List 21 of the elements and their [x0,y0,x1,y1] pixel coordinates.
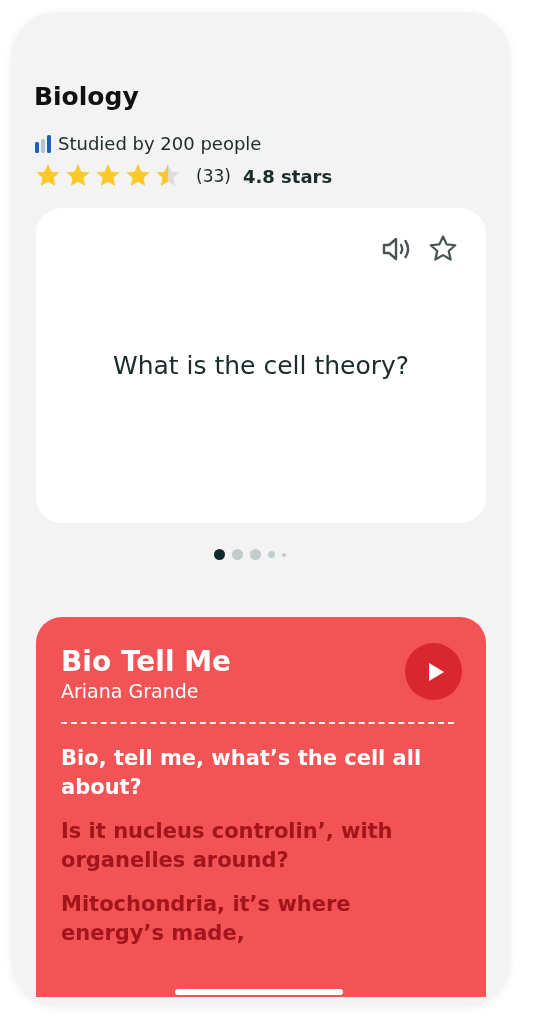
flashcard[interactable]: What is the cell theory? [36,208,486,523]
play-icon [426,661,445,682]
bar-chart-icon [34,133,52,154]
play-button[interactable] [405,643,462,700]
flashcard-question: What is the cell theory? [112,351,410,380]
page-dot[interactable] [268,551,275,558]
song-title: Bio Tell Me [61,645,232,678]
lyric-line: Is it nucleus controlin’, with organelles around? [61,817,394,875]
studied-count: Studied by 200 people [58,133,262,154]
page-dot[interactable] [214,549,225,560]
speaker-icon[interactable] [382,236,412,262]
page-dot[interactable] [282,552,286,557]
deck-title: Biology [34,82,140,111]
page-dot[interactable] [232,549,243,560]
page-dot[interactable] [250,549,261,560]
star-icon[interactable] [428,234,458,264]
lyric-line: Mitochondria, it’s where energy’s made, [61,890,352,947]
song-artist: Ariana Grande [61,680,200,702]
rating-count: (33) [196,166,231,186]
rating-score: 4.8 stars [242,165,333,187]
lyric-line: Bio, tell me, what’s the cell all about? [61,745,423,802]
